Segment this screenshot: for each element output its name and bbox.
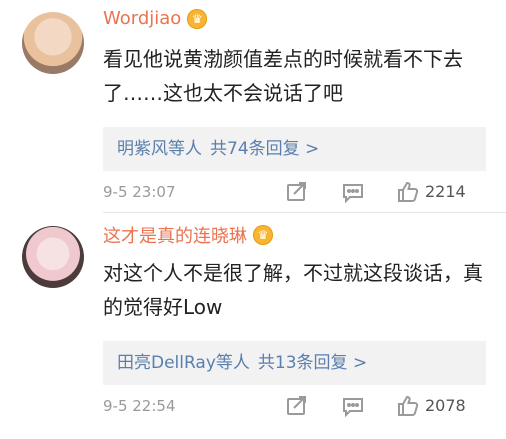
username[interactable]: Wordjiao ♛ bbox=[103, 8, 208, 29]
comment-text: 看见他说黄渤颜值差点的时候就看不下去了……这也太不会说话了吧 bbox=[103, 47, 463, 105]
repost-icon[interactable] bbox=[285, 180, 309, 204]
timestamp: 9-5 22:54 bbox=[103, 397, 176, 415]
username-text[interactable]: Wordjiao bbox=[103, 8, 181, 29]
replies-link[interactable]: 田亮DellRay等人 共13条回复 > bbox=[103, 341, 486, 385]
replies-link[interactable]: 明紫风等人 共74条回复 > bbox=[103, 127, 486, 171]
comment-item: 这才是真的连晓琳 ♛ 对这个人不是很了解，不过就这段谈话，真的觉得好Low 田亮… bbox=[0, 214, 506, 439]
avatar[interactable] bbox=[22, 12, 84, 74]
like-count: 2214 bbox=[425, 182, 466, 201]
username[interactable]: 这才是真的连晓琳 ♛ bbox=[103, 222, 273, 248]
username-text[interactable]: 这才是真的连晓琳 bbox=[103, 222, 247, 248]
repost-icon[interactable] bbox=[285, 394, 309, 418]
comment-icon[interactable] bbox=[341, 394, 365, 418]
like-icon[interactable] bbox=[396, 180, 420, 204]
comment-icon[interactable] bbox=[341, 180, 365, 204]
replies-users[interactable]: 田亮DellRay等人 bbox=[117, 353, 250, 373]
replies-count[interactable]: 共74条回复 > bbox=[210, 139, 319, 159]
comment-text: 对这个人不是很了解，不过就这段谈话，真的觉得好Low bbox=[103, 261, 483, 319]
like-icon[interactable] bbox=[396, 394, 420, 418]
timestamp: 9-5 23:07 bbox=[103, 183, 176, 201]
like-count: 2078 bbox=[425, 396, 466, 415]
comment-meta: 9-5 23:07 2214 bbox=[103, 180, 483, 204]
crown-icon: ♛ bbox=[253, 225, 273, 245]
divider bbox=[103, 212, 506, 213]
comment-meta: 9-5 22:54 2078 bbox=[103, 394, 483, 418]
avatar[interactable] bbox=[22, 226, 84, 288]
comment-item: Wordjiao ♛ 看见他说黄渤颜值差点的时候就看不下去了……这也太不会说话了… bbox=[0, 0, 506, 214]
crown-icon: ♛ bbox=[187, 8, 208, 29]
replies-count[interactable]: 共13条回复 > bbox=[258, 353, 367, 373]
replies-users[interactable]: 明紫风等人 bbox=[117, 139, 202, 159]
